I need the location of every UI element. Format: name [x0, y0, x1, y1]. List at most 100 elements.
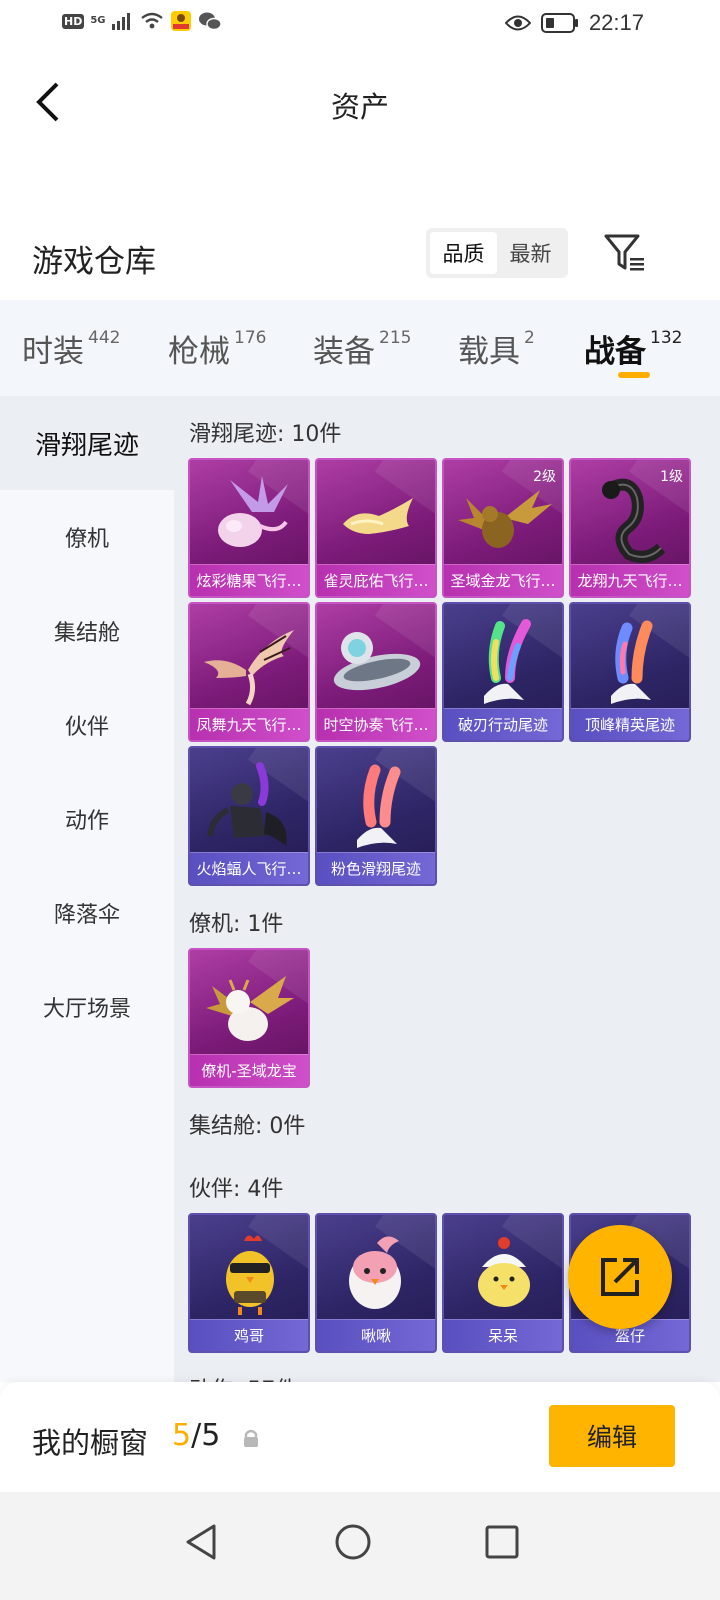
- bat-suit-icon: [207, 762, 287, 846]
- item-name: 顶峰精英尾迹: [571, 708, 689, 740]
- item-name: 龙翔九天飞行…: [571, 564, 689, 596]
- item-name: 僚机-圣域龙宝: [190, 1054, 308, 1086]
- filter-icon: [604, 234, 644, 271]
- item-card[interactable]: 鸡哥: [188, 1213, 310, 1353]
- edit-button[interactable]: 编辑: [549, 1405, 675, 1467]
- sidebar-item-companion[interactable]: 伙伴: [0, 678, 174, 772]
- wifi-icon: [140, 12, 163, 29]
- app-notification-icon: [170, 11, 191, 31]
- chicken-icon: [226, 1235, 274, 1315]
- tab-battle-prep[interactable]: 战备 132: [584, 326, 682, 371]
- sort-option-quality[interactable]: 品质: [430, 232, 497, 274]
- showcase-bar: 我的橱窗 5 / 5 编辑: [0, 1382, 720, 1492]
- tab-count: 2: [524, 328, 535, 348]
- golden-bird-icon: [343, 498, 413, 534]
- item-card[interactable]: 僚机-圣域龙宝: [188, 948, 310, 1088]
- item-card[interactable]: 顶峰精英尾迹: [569, 602, 691, 742]
- space-glider-icon: [333, 632, 421, 691]
- chick-icon: [478, 1237, 530, 1307]
- status-indicators-right: 22:17: [504, 10, 644, 36]
- section-title-companion: 伙伴: 4件: [189, 1177, 284, 1202]
- tab-fashion[interactable]: 时装 442: [22, 326, 120, 371]
- baby-dragon-icon: [206, 976, 294, 1041]
- circle-home-icon: [335, 1524, 371, 1560]
- item-card[interactable]: 凤舞九天飞行…: [188, 602, 310, 742]
- wechat-icon: [198, 12, 222, 31]
- sidebar: 滑翔尾迹 僚机 集结舱 伙伴 动作 降落伞 大厅场景: [0, 396, 174, 1382]
- sort-toggle: 品质 最新: [426, 228, 568, 278]
- pink-trail-icon: [357, 764, 401, 848]
- signal-icon: [111, 13, 130, 30]
- sidebar-item-parachute[interactable]: 降落伞: [0, 866, 174, 960]
- status-indicators-left: HD 5G: [62, 10, 222, 32]
- item-card[interactable]: 1级 龙翔九天飞行…: [569, 458, 691, 598]
- item-name: 鸡哥: [190, 1319, 308, 1351]
- item-name: 时空协奏飞行…: [317, 708, 435, 740]
- item-name: 圣域金龙飞行…: [444, 564, 562, 596]
- item-card[interactable]: 2级 圣域金龙飞行…: [442, 458, 564, 598]
- rainbow-trail-icon: [484, 619, 531, 704]
- sidebar-item-assembly-pod[interactable]: 集结舱: [0, 584, 174, 678]
- section-title-wingman: 僚机: 1件: [189, 912, 284, 937]
- item-name: 雀灵庇佑飞行…: [317, 564, 435, 596]
- golden-dragon-icon: [458, 490, 552, 548]
- tab-label: 装备: [313, 334, 375, 370]
- item-name: 呆呆: [444, 1319, 562, 1351]
- phoenix-icon: [204, 630, 294, 706]
- tab-count: 176: [234, 328, 267, 348]
- item-card[interactable]: 啾啾: [315, 1213, 437, 1353]
- status-bar: HD 5G 22:17: [0, 0, 720, 50]
- page-title: 资产: [330, 90, 389, 124]
- clock: 22:17: [588, 10, 644, 35]
- filter-button[interactable]: [600, 230, 646, 276]
- item-name: 炫彩糖果飞行…: [190, 564, 308, 596]
- active-tab-indicator: [618, 372, 650, 378]
- item-name: 破刃行动尾迹: [444, 708, 562, 740]
- sidebar-item-wingman[interactable]: 僚机: [0, 490, 174, 584]
- eye-icon: [504, 15, 531, 31]
- item-card[interactable]: 炫彩糖果飞行…: [188, 458, 310, 598]
- category-tabs: 时装 442 枪械 176 装备 215 载具 2 战备 132: [0, 300, 720, 396]
- nav-recents-button[interactable]: [472, 1512, 532, 1572]
- item-card[interactable]: 粉色滑翔尾迹: [315, 746, 437, 886]
- item-card[interactable]: 呆呆: [442, 1213, 564, 1353]
- pink-bird-icon: [349, 1236, 401, 1309]
- warehouse-title: 游戏仓库: [32, 244, 156, 280]
- tab-firearms[interactable]: 枪械 176: [168, 326, 266, 371]
- showcase-current: 5: [172, 1418, 192, 1453]
- item-name: 火焰蝠人飞行…: [190, 852, 308, 884]
- candy-wings-icon: [218, 476, 288, 547]
- sidebar-item-emote[interactable]: 动作: [0, 772, 174, 866]
- black-dragon-icon: [602, 478, 666, 563]
- lock-icon: [244, 1429, 258, 1447]
- item-card[interactable]: 时空协奏飞行…: [315, 602, 437, 742]
- item-name: 粉色滑翔尾迹: [317, 852, 435, 884]
- item-card[interactable]: 雀灵庇佑飞行…: [315, 458, 437, 598]
- tab-count: 132: [650, 328, 683, 348]
- hd-badge: HD: [62, 13, 85, 29]
- tab-count: 442: [88, 328, 121, 348]
- sidebar-item-lobby-scene[interactable]: 大厅场景: [0, 960, 174, 1054]
- share-icon: [601, 1258, 639, 1296]
- tab-equipment[interactable]: 装备 215: [313, 326, 411, 371]
- showcase-count: 5 / 5: [172, 1418, 220, 1453]
- tab-label: 枪械: [168, 334, 230, 370]
- tab-label: 战备: [584, 334, 646, 370]
- smoke-trail-icon: [611, 620, 653, 704]
- section-title-glide-trail: 滑翔尾迹: 10件: [189, 422, 342, 447]
- nav-home-button[interactable]: [323, 1512, 383, 1572]
- tab-label: 时装: [22, 334, 84, 370]
- square-recents-icon: [485, 1525, 519, 1559]
- nav-back-button[interactable]: [172, 1512, 232, 1572]
- item-name: 啾啾: [317, 1319, 435, 1351]
- item-card[interactable]: 火焰蝠人飞行…: [188, 746, 310, 886]
- share-button[interactable]: [568, 1225, 672, 1329]
- section-title-assembly-pod: 集结舱: 0件: [189, 1114, 306, 1139]
- showcase-separator: /: [191, 1418, 202, 1453]
- sort-option-newest[interactable]: 最新: [497, 232, 564, 274]
- item-card[interactable]: 破刃行动尾迹: [442, 602, 564, 742]
- sidebar-item-glide-trail[interactable]: 滑翔尾迹: [0, 396, 174, 490]
- tab-vehicles[interactable]: 载具 2: [458, 326, 535, 371]
- tab-count: 215: [379, 328, 412, 348]
- triangle-back-icon: [186, 1524, 216, 1560]
